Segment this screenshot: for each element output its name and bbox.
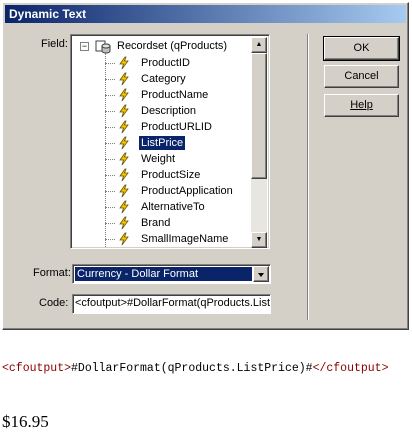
cfoutput-open-tag: <cfoutput> xyxy=(2,362,72,375)
lightning-bolt-icon xyxy=(119,232,129,246)
scroll-up-icon[interactable]: ▲ xyxy=(251,37,267,53)
code-label: Code: xyxy=(39,297,69,309)
tree-item-label: AlternativeTo xyxy=(141,201,205,213)
dollarformat-expression: #DollarFormat(qProducts.ListPrice)# xyxy=(71,362,313,375)
tree-item[interactable]: Category xyxy=(105,71,253,87)
tree-item[interactable]: ListPrice xyxy=(105,135,253,151)
tree-item-label: ProductID xyxy=(141,57,190,69)
tree-connector xyxy=(105,191,115,192)
tree-item[interactable]: ProductApplication xyxy=(105,183,253,199)
tree-item[interactable]: ProductURLID xyxy=(105,119,253,135)
tree-connector xyxy=(105,95,115,96)
lightning-bolt-icon xyxy=(119,168,129,182)
lightning-bolt-icon xyxy=(119,120,129,134)
field-tree[interactable]: − Recordset (qProducts) ProductID Categor… xyxy=(70,34,270,249)
tree-item[interactable]: ProductSize xyxy=(105,167,253,183)
tree-item-label: Description xyxy=(141,105,197,117)
tree-item-label: SmallImageName xyxy=(141,233,229,245)
help-button[interactable]: Help xyxy=(324,94,399,117)
format-label: Format: xyxy=(33,267,71,279)
ok-button[interactable]: OK xyxy=(323,36,400,61)
tree-scrollbar[interactable]: ▲ ▼ xyxy=(251,37,267,248)
tree-item[interactable]: AlternativeTo xyxy=(105,199,253,215)
rendered-price: $16.95 xyxy=(2,412,49,431)
cancel-button[interactable]: Cancel xyxy=(324,65,399,88)
scroll-down-icon[interactable]: ▼ xyxy=(251,232,267,248)
help-button-label: Help xyxy=(350,99,373,111)
recordset-icon xyxy=(95,40,111,54)
tree-connector xyxy=(105,63,115,64)
tree-item[interactable]: MediumImageName xyxy=(105,247,253,248)
tree-item-label: ProductURLID xyxy=(141,121,212,133)
lightning-bolt-icon xyxy=(119,200,129,214)
field-tree-content: − Recordset (qProducts) ProductID Categor… xyxy=(73,37,253,248)
tree-item[interactable]: Description xyxy=(105,103,253,119)
tree-connector xyxy=(105,223,115,224)
tree-connector xyxy=(105,127,115,128)
tree-item[interactable]: Brand xyxy=(105,215,253,231)
tree-item-label: ListPrice xyxy=(139,136,186,150)
lightning-bolt-icon xyxy=(119,136,129,150)
tree-item-label: ProductApplication xyxy=(141,185,233,197)
tree-item-label: Brand xyxy=(141,217,171,229)
tree-connector xyxy=(105,239,115,240)
chevron-down-icon[interactable] xyxy=(253,266,269,282)
format-select-value: Currency - Dollar Format xyxy=(75,267,252,281)
tree-item-label: Category xyxy=(141,73,186,85)
tree-connector xyxy=(105,79,115,80)
lightning-bolt-icon xyxy=(119,104,129,118)
format-select[interactable]: Currency - Dollar Format xyxy=(72,264,271,284)
dynamic-text-dialog: Dynamic Text Field: − Recordset (qProduc… xyxy=(2,2,409,330)
lightning-bolt-icon xyxy=(119,216,129,230)
cfoutput-close-tag: </cfoutput> xyxy=(312,362,389,375)
dialog-divider xyxy=(307,34,309,320)
lightning-bolt-icon xyxy=(119,88,129,102)
tree-connector xyxy=(105,159,115,160)
tree-item-label: ProductName xyxy=(141,89,209,101)
code-output-line: <cfoutput>#DollarFormat(qProducts.ListPr… xyxy=(2,362,388,375)
lightning-bolt-icon xyxy=(119,184,129,198)
tree-item[interactable]: Weight xyxy=(105,151,253,167)
lightning-bolt-icon xyxy=(119,56,129,70)
code-field[interactable]: <cfoutput>#DollarFormat(qProducts.ListP xyxy=(72,294,271,314)
tree-item-label: ProductSize xyxy=(141,169,201,181)
tree-item[interactable]: ProductID xyxy=(105,55,253,71)
field-label: Field: xyxy=(41,38,68,50)
tree-connector xyxy=(105,207,115,208)
tree-root-recordset[interactable]: − Recordset (qProducts) xyxy=(77,39,253,55)
tree-item[interactable]: ProductName xyxy=(105,87,253,103)
dialog-title: Dynamic Text xyxy=(5,5,406,23)
tree-connector xyxy=(105,143,115,144)
tree-item[interactable]: SmallImageName xyxy=(105,231,253,247)
tree-root-label: Recordset (qProducts) xyxy=(117,40,228,52)
collapse-icon[interactable]: − xyxy=(80,42,89,51)
tree-item-label: Weight xyxy=(141,153,176,165)
tree-connector xyxy=(105,111,115,112)
tree-connector xyxy=(105,175,115,176)
lightning-bolt-icon xyxy=(119,152,129,166)
scroll-thumb[interactable] xyxy=(251,53,267,179)
lightning-bolt-icon xyxy=(119,72,129,86)
